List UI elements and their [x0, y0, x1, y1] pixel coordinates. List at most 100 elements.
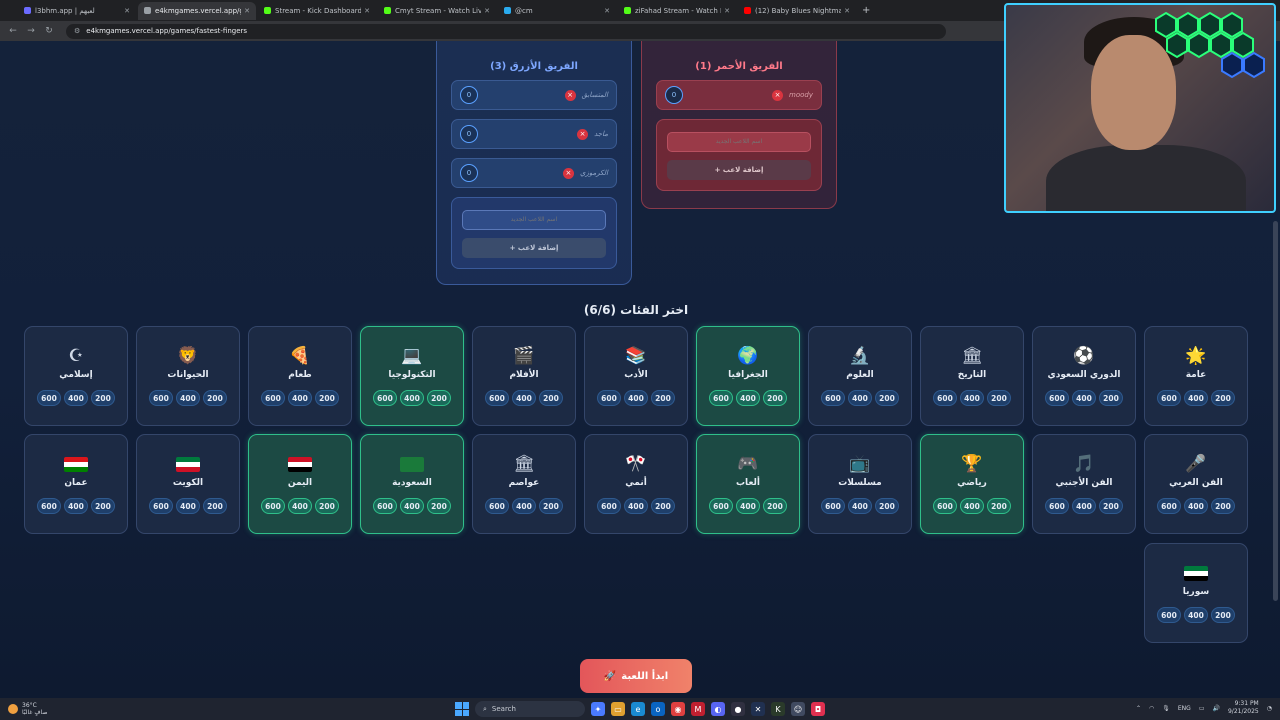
points-400[interactable]: 400	[960, 390, 984, 406]
points-600[interactable]: 600	[1157, 607, 1181, 623]
tab-close-icon[interactable]: ✕	[364, 7, 370, 15]
points-200[interactable]: 200	[203, 498, 227, 514]
tab-close-icon[interactable]: ✕	[844, 7, 850, 15]
wifi-icon[interactable]: ◠	[1149, 705, 1154, 712]
points-200[interactable]: 200	[651, 498, 675, 514]
points-200[interactable]: 200	[763, 498, 787, 514]
browser-tab[interactable]: Stream - Kick Dashboard ✕	[258, 2, 376, 20]
points-600[interactable]: 600	[709, 390, 733, 406]
app-icon-person[interactable]: ☺	[791, 702, 805, 716]
points-400[interactable]: 400	[288, 498, 312, 514]
new-tab-icon[interactable]: +	[862, 5, 870, 16]
remove-player-icon[interactable]: ×	[564, 89, 576, 101]
points-200[interactable]: 200	[427, 498, 451, 514]
forward-icon[interactable]: →	[24, 26, 38, 36]
category-card[interactable]: 🎬 الأفلام 600 400 200	[472, 326, 576, 426]
player-score[interactable]: 0	[460, 125, 478, 143]
points-400[interactable]: 400	[400, 498, 424, 514]
points-600[interactable]: 600	[261, 498, 285, 514]
points-200[interactable]: 200	[91, 498, 115, 514]
points-600[interactable]: 600	[149, 390, 173, 406]
browser-tab[interactable]: ziFahad Stream - Watch Live o ✕	[618, 2, 736, 20]
network-icon[interactable]: ▭	[1199, 705, 1205, 712]
points-200[interactable]: 200	[651, 390, 675, 406]
points-600[interactable]: 600	[597, 498, 621, 514]
back-icon[interactable]: ←	[6, 26, 20, 36]
category-card[interactable]: السعودية 600 400 200	[360, 434, 464, 534]
tray-chevron-up-icon[interactable]: ⌃	[1136, 705, 1141, 712]
points-200[interactable]: 200	[875, 498, 899, 514]
blue-add-player-button[interactable]: + إضافة لاعب	[462, 237, 606, 258]
points-400[interactable]: 400	[176, 498, 200, 514]
points-400[interactable]: 400	[736, 390, 760, 406]
points-200[interactable]: 200	[539, 498, 563, 514]
points-200[interactable]: 200	[987, 390, 1011, 406]
points-400[interactable]: 400	[512, 498, 536, 514]
weather-widget[interactable]: 36°C صافٍ غالبًا	[8, 702, 47, 716]
app-icon-m[interactable]: M	[691, 702, 705, 716]
points-600[interactable]: 600	[933, 390, 957, 406]
points-400[interactable]: 400	[512, 390, 536, 406]
tab-close-icon[interactable]: ✕	[604, 7, 610, 15]
category-card[interactable]: 🏛 عواصم 600 400 200	[472, 434, 576, 534]
points-400[interactable]: 400	[624, 498, 648, 514]
site-info-icon[interactable]: ⚙	[74, 27, 80, 35]
discord-icon[interactable]: ◐	[711, 702, 725, 716]
category-card[interactable]: 🔬 العلوم 600 400 200	[808, 326, 912, 426]
start-game-button[interactable]: 🚀 ابدأ اللعبة	[580, 659, 692, 693]
points-200[interactable]: 200	[315, 390, 339, 406]
blue-player-name-input[interactable]	[462, 209, 606, 230]
remove-player-icon[interactable]: ×	[772, 89, 784, 101]
points-200[interactable]: 200	[1211, 390, 1235, 406]
category-card[interactable]: 💻 التكنولوجيا 600 400 200	[360, 326, 464, 426]
points-600[interactable]: 600	[373, 390, 397, 406]
points-400[interactable]: 400	[400, 390, 424, 406]
points-600[interactable]: 600	[485, 498, 509, 514]
points-400[interactable]: 400	[736, 498, 760, 514]
points-600[interactable]: 600	[37, 390, 61, 406]
category-card[interactable]: 🦁 الحيوانات 600 400 200	[136, 326, 240, 426]
category-card[interactable]: 🏆 رياضي 600 400 200	[920, 434, 1024, 534]
points-200[interactable]: 200	[763, 390, 787, 406]
remove-player-icon[interactable]: ×	[577, 128, 589, 140]
outlook-icon[interactable]: o	[651, 702, 665, 716]
tab-close-icon[interactable]: ✕	[724, 7, 730, 15]
points-600[interactable]: 600	[709, 498, 733, 514]
points-600[interactable]: 600	[149, 498, 173, 514]
points-400[interactable]: 400	[64, 498, 88, 514]
points-200[interactable]: 200	[1211, 498, 1235, 514]
category-card[interactable]: 🌍 الجغرافيا 600 400 200	[696, 326, 800, 426]
tab-close-icon[interactable]: ✕	[124, 7, 130, 15]
player-score[interactable]: 0	[665, 86, 683, 104]
browser-tab[interactable]: l3bhm.app | لعبهم ✕	[18, 2, 136, 20]
category-card[interactable]: 📚 الأدب 600 400 200	[584, 326, 688, 426]
chrome-icon[interactable]: ◉	[671, 702, 685, 716]
taskbar-search[interactable]: ⌕ Search	[475, 701, 585, 717]
points-200[interactable]: 200	[1211, 607, 1235, 623]
category-card[interactable]: ⚽ الدوري السعودي 600 400 200	[1032, 326, 1136, 426]
points-200[interactable]: 200	[875, 390, 899, 406]
category-card[interactable]: 🎌 أنمي 600 400 200	[584, 434, 688, 534]
points-600[interactable]: 600	[37, 498, 61, 514]
browser-tab[interactable]: @cm ✕	[498, 2, 616, 20]
points-400[interactable]: 400	[64, 390, 88, 406]
points-600[interactable]: 600	[1157, 498, 1181, 514]
points-600[interactable]: 600	[485, 390, 509, 406]
category-card[interactable]: ☪ إسلامي 600 400 200	[24, 326, 128, 426]
points-600[interactable]: 600	[1157, 390, 1181, 406]
points-400[interactable]: 400	[848, 390, 872, 406]
category-card[interactable]: 🌟 عامة 600 400 200	[1144, 326, 1248, 426]
points-200[interactable]: 200	[1099, 498, 1123, 514]
category-card[interactable]: سوريا 600 400 200	[1144, 543, 1248, 643]
app-icon-active[interactable]: ◘	[811, 702, 825, 716]
points-600[interactable]: 600	[261, 390, 285, 406]
reload-icon[interactable]: ↻	[42, 26, 56, 36]
points-400[interactable]: 400	[288, 390, 312, 406]
category-card[interactable]: 🎤 الفن العربي 600 400 200	[1144, 434, 1248, 534]
points-200[interactable]: 200	[1099, 390, 1123, 406]
copilot-icon[interactable]: ✦	[591, 702, 605, 716]
category-card[interactable]: 🏛 التاريخ 600 400 200	[920, 326, 1024, 426]
obs-icon[interactable]: ●	[731, 702, 745, 716]
category-card[interactable]: الكويت 600 400 200	[136, 434, 240, 534]
volume-icon[interactable]: 🔊	[1213, 705, 1220, 712]
